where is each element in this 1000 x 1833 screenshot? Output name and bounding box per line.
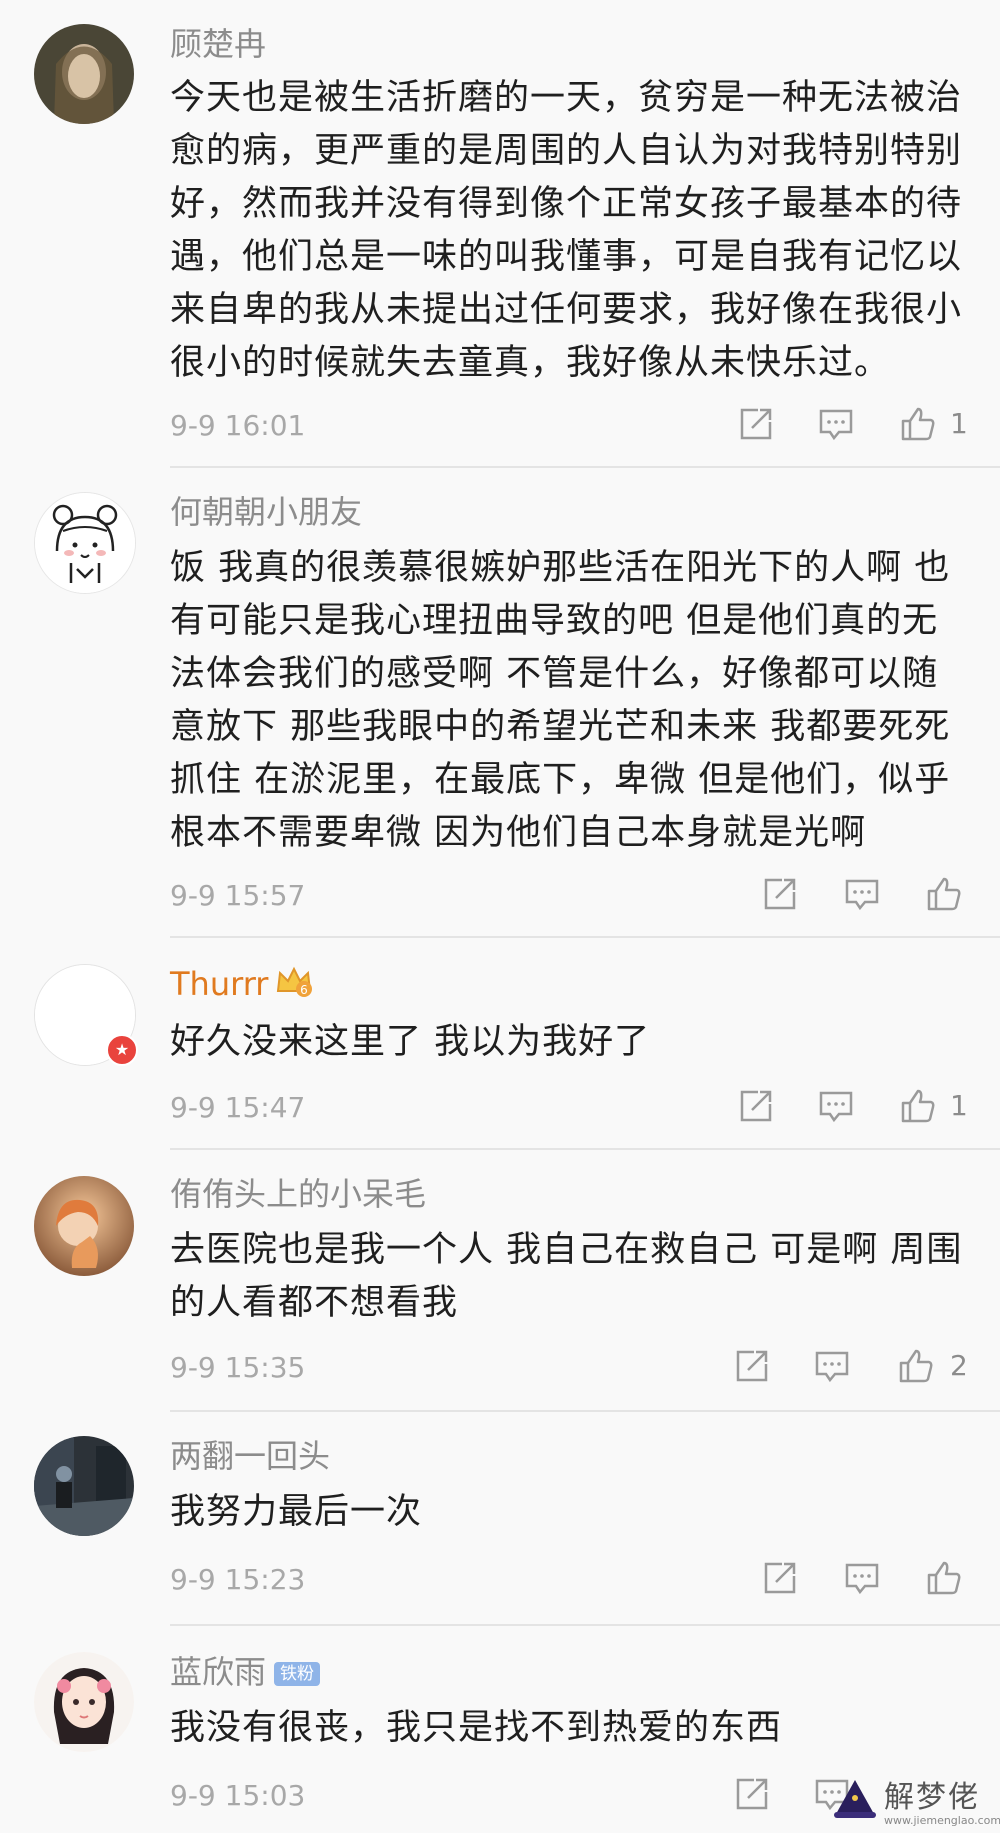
share-icon[interactable] (734, 1776, 770, 1812)
comment-line: 好，然而我并没有得到像个正常女孩子最基本的待 (170, 184, 963, 224)
wizard-hat-icon (834, 1780, 876, 1818)
comment-icon[interactable] (844, 1560, 880, 1596)
comment-author[interactable]: 顾楚冉 (170, 24, 266, 64)
share-icon[interactable] (762, 876, 798, 912)
badge-level: 6 (301, 983, 309, 997)
comment-line: 意放下 那些我眼中的希望光芒和未来 我都要死死 (170, 707, 951, 747)
comment-line: 遇，他们总是一味的叫我懂事，可是自我有记忆以 (170, 237, 963, 277)
comment-actions: 1 (0, 406, 1000, 446)
comment-line: 抓住 在淤泥里，在最底下，卑微 但是他们，似乎 (170, 760, 951, 800)
comment-icon[interactable] (818, 1088, 854, 1124)
comment-icon[interactable] (844, 876, 880, 912)
comment-text: 去医院也是我一个人 我自己在救自己 可是啊 周围 的人看都不想看我 (170, 1224, 978, 1330)
comment-line: 愈的病，更严重的是周围的人自认为对我特别特别 (170, 131, 963, 171)
share-icon[interactable] (762, 1560, 798, 1596)
comment-line: 去医院也是我一个人 我自己在救自己 可是啊 周围 (170, 1230, 963, 1270)
like-icon[interactable] (900, 406, 936, 442)
comment-author[interactable]: 何朝朝小朋友 (170, 492, 362, 532)
avatar[interactable] (34, 1652, 134, 1752)
comment-author-name: Thurrr (170, 965, 269, 1003)
avatar[interactable] (34, 1176, 134, 1276)
comment-item: 侑侑头上的小呆毛 去医院也是我一个人 我自己在救自己 可是啊 周围 的人看都不想… (0, 1150, 1000, 1412)
comment-line: 根本不需要卑微 因为他们自己本身就是光啊 (170, 813, 867, 853)
comment-line: 我没有很丧，我只是找不到热爱的东西 (170, 1708, 783, 1748)
comment-author[interactable]: 侑侑头上的小呆毛 (170, 1174, 426, 1214)
comment-actions (0, 1560, 1000, 1600)
verified-badge-icon: ★ (106, 1034, 138, 1066)
comment-actions: 2 (0, 1348, 1000, 1388)
comment-line: 饭 我真的很羡慕很嫉妒那些活在阳光下的人啊 也 (170, 548, 951, 588)
crown-badge-icon: 6 (274, 965, 314, 1008)
comment-item: ★ Thurrr 6 好久没来这里了 我以为我好了 9-9 15:47 1 (0, 938, 1000, 1150)
like-count: 2 (950, 1349, 968, 1382)
comment-text: 我努力最后一次 (170, 1486, 978, 1539)
comment-author[interactable]: 蓝欣雨 铁粉 (170, 1652, 321, 1692)
fan-tag: 铁粉 (274, 1662, 321, 1686)
comment-line: 有可能只是我心理扭曲导致的吧 但是他们真的无 (170, 601, 939, 641)
comment-icon[interactable] (818, 406, 854, 442)
comment-line: 法体会我们的感受啊 不管是什么，好像都可以随 (170, 654, 939, 694)
like-icon[interactable] (926, 876, 962, 912)
like-count: 1 (950, 407, 968, 440)
comment-text: 今天也是被生活折磨的一天，贫穷是一种无法被治 愈的病，更严重的是周围的人自认为对… (170, 72, 978, 390)
comment-text: 好久没来这里了 我以为我好了 (170, 1016, 978, 1069)
comment-line: 来自卑的我从未提出过任何要求，我好像在我很小 (170, 290, 963, 330)
site-watermark: 解梦佬 www.jiemenglao.com (830, 1770, 1000, 1833)
like-count: 1 (950, 1089, 968, 1122)
like-icon[interactable] (926, 1560, 962, 1596)
like-icon[interactable] (900, 1088, 936, 1124)
comment-item: 两翻一回头 我努力最后一次 9-9 15:23 (0, 1412, 1000, 1626)
comment-line: 很小的时候就失去童真，我好像从未快乐过。 (170, 343, 891, 383)
comment-author[interactable]: Thurrr 6 (170, 964, 314, 1008)
share-icon[interactable] (738, 1088, 774, 1124)
avatar[interactable] (34, 1436, 134, 1536)
watermark-text: 解梦佬 (884, 1780, 980, 1815)
comment-line: 的人看都不想看我 (170, 1283, 459, 1323)
comment-icon[interactable] (814, 1348, 850, 1384)
comment-actions: 1 (0, 1088, 1000, 1128)
comment-text: 我没有很丧，我只是找不到热爱的东西 (170, 1702, 978, 1755)
share-icon[interactable] (738, 406, 774, 442)
comment-item: 顾楚冉 今天也是被生活折磨的一天，贫穷是一种无法被治 愈的病，更严重的是周围的人… (0, 0, 1000, 468)
comment-author-name: 蓝欣雨 (170, 1653, 267, 1691)
comment-text: 饭 我真的很羡慕很嫉妒那些活在阳光下的人啊 也 有可能只是我心理扭曲导致的吧 但… (170, 542, 978, 860)
share-icon[interactable] (734, 1348, 770, 1384)
comment-line: 今天也是被生活折磨的一天，贫穷是一种无法被治 (170, 78, 963, 118)
comment-item: 何朝朝小朋友 饭 我真的很羡慕很嫉妒那些活在阳光下的人啊 也 有可能只是我心理扭… (0, 468, 1000, 938)
like-icon[interactable] (898, 1348, 934, 1384)
comment-author[interactable]: 两翻一回头 (170, 1436, 330, 1476)
avatar[interactable] (34, 492, 136, 594)
comment-actions (0, 876, 1000, 916)
watermark-url: www.jiemenglao.com (884, 1814, 1000, 1827)
comment-line: 我努力最后一次 (170, 1492, 423, 1532)
comment-line: 好久没来这里了 我以为我好了 (170, 1022, 651, 1062)
avatar[interactable] (34, 24, 134, 124)
